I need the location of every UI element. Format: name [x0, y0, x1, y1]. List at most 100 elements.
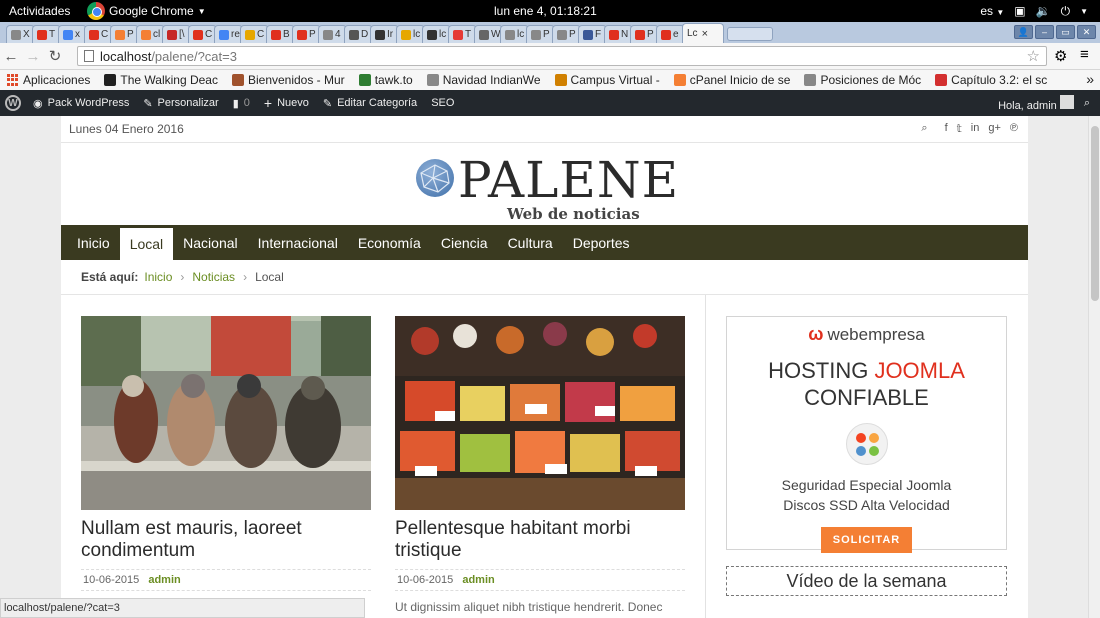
post-image[interactable]	[81, 316, 371, 510]
wp-site-link[interactable]: ◉ Pack WordPress	[33, 97, 129, 110]
browser-tab[interactable]: C	[84, 25, 113, 43]
bookmark-item[interactable]: Bienvenidos - Mur	[231, 73, 345, 87]
post-title[interactable]: Nullam est mauris, laoreet condimentum	[81, 518, 371, 562]
breadcrumb-item[interactable]: Inicio	[144, 270, 172, 284]
new-tab-button[interactable]	[727, 27, 773, 41]
nav-item[interactable]: Internacional	[248, 225, 348, 260]
browser-tab[interactable]: C	[188, 25, 217, 43]
language-indicator[interactable]: es ▼	[980, 4, 1004, 18]
googleplus-icon[interactable]: g+	[988, 122, 1001, 135]
search-icon[interactable]: ⌕	[1084, 97, 1090, 110]
browser-tab[interactable]: lc	[500, 25, 529, 43]
close-icon[interactable]: ×	[702, 28, 708, 40]
bookmark-item[interactable]: Campus Virtual -	[554, 73, 660, 87]
browser-tab[interactable]: P	[526, 25, 555, 43]
browser-tab[interactable]: C	[240, 25, 269, 43]
browser-tab[interactable]: x	[58, 25, 87, 43]
bookmark-item[interactable]: The Walking Deac	[104, 73, 218, 87]
browser-tab[interactable]: P	[552, 25, 581, 43]
browser-tab[interactable]: B	[266, 25, 295, 43]
browser-tab[interactable]: [\	[162, 25, 191, 43]
chevron-down-icon[interactable]: ▼	[1080, 7, 1088, 16]
app-menu[interactable]: Google Chrome ▼	[87, 0, 206, 22]
hosting-ad-banner[interactable]: ω webempresa HOSTING JOOMLA CONFIABLE Se…	[726, 316, 1007, 553]
wp-admin-bar: W ◉ Pack WordPress ✎ Personalizar ▮ 0 + Nuev…	[0, 90, 1100, 116]
nav-item[interactable]: Cultura	[498, 225, 563, 260]
forward-icon[interactable]: →	[22, 45, 44, 67]
browser-tab[interactable]: F	[578, 25, 607, 43]
browser-tab[interactable]: N	[604, 25, 633, 43]
more-bookmarks-icon[interactable]: »	[1086, 71, 1094, 87]
wp-edit-category-link[interactable]: ✎ Editar Categoría	[323, 97, 417, 110]
breadcrumb-label: Está aquí:	[81, 270, 139, 284]
page-scrollbar[interactable]	[1088, 116, 1100, 618]
back-icon[interactable]: ←	[0, 45, 22, 67]
nav-item[interactable]: Economía	[348, 225, 431, 260]
breadcrumb-item[interactable]: Noticias	[192, 270, 235, 284]
menu-icon[interactable]: ≡	[1080, 46, 1089, 63]
browser-tab[interactable]: D	[344, 25, 373, 43]
chevron-right-icon: ›	[180, 270, 185, 284]
favicon-icon	[89, 29, 99, 40]
extension-gear-icon[interactable]: ⚙	[1054, 47, 1067, 65]
browser-tab[interactable]: P	[292, 25, 321, 43]
close-window-icon[interactable]: ✕	[1077, 25, 1096, 39]
nav-item[interactable]: Nacional	[173, 225, 247, 260]
browser-tab[interactable]: Ir	[370, 25, 399, 43]
post-author[interactable]: admin	[148, 574, 180, 586]
bookmark-apps[interactable]: Aplicaciones	[7, 73, 90, 87]
logo-title: PALENE	[458, 151, 680, 209]
browser-tab[interactable]: lc	[422, 25, 451, 43]
browser-tab[interactable]: cl	[136, 25, 165, 43]
clock[interactable]: lun ene 4, 01:18:21	[494, 4, 597, 18]
nav-item[interactable]: Local	[119, 225, 174, 260]
minimize-icon[interactable]: –	[1035, 25, 1054, 39]
nav-item[interactable]: Inicio	[61, 225, 120, 260]
post-author[interactable]: admin	[462, 574, 494, 586]
tab-active[interactable]: Lc ×	[682, 23, 724, 43]
scrollbar-thumb[interactable]	[1091, 126, 1099, 301]
volume-icon[interactable]: 🔉	[1036, 4, 1051, 18]
post-image[interactable]	[395, 316, 685, 510]
wordpress-icon[interactable]: W	[5, 95, 21, 111]
address-bar[interactable]: localhost/palene/?cat=3 ☆	[77, 46, 1047, 66]
post-title[interactable]: Pellentesque habitant morbi tristique	[395, 518, 685, 562]
wp-account-link[interactable]: Hola, admin	[998, 94, 1074, 112]
bookmark-item[interactable]: Navidad IndianWe	[426, 73, 541, 87]
reload-icon[interactable]: ↻	[44, 45, 66, 67]
browser-tab[interactable]: P	[110, 25, 139, 43]
browser-tab[interactable]: P	[630, 25, 659, 43]
wp-seo-link[interactable]: SEO	[431, 97, 454, 109]
breadcrumb-item: Local	[255, 270, 284, 284]
twitter-icon[interactable]: 𝕥	[957, 122, 962, 135]
bookmark-star-icon[interactable]: ☆	[1027, 47, 1040, 65]
browser-tab[interactable]: T	[448, 25, 477, 43]
request-button[interactable]: SOLICITAR	[820, 527, 913, 553]
search-icon[interactable]: ⌕	[921, 122, 927, 135]
bookmark-item[interactable]: cPanel Inicio de se	[673, 73, 790, 87]
maximize-icon[interactable]: ▭	[1056, 25, 1075, 39]
wp-comments-link[interactable]: ▮ 0	[233, 97, 250, 110]
wp-customize-link[interactable]: ✎ Personalizar	[143, 97, 218, 110]
wp-new-link[interactable]: + Nuevo	[264, 95, 309, 111]
facebook-icon[interactable]: f	[945, 122, 948, 135]
nav-item[interactable]: Ciencia	[431, 225, 498, 260]
pinterest-icon[interactable]: ℗	[1010, 122, 1018, 135]
bookmark-item[interactable]: Capítulo 3.2: el sc	[935, 73, 1047, 87]
browser-tab[interactable]: X	[6, 25, 35, 43]
browser-tab[interactable]: T	[32, 25, 61, 43]
power-icon[interactable]: ⏻	[1061, 4, 1071, 19]
browser-tab[interactable]: re	[214, 25, 243, 43]
bookmark-item[interactable]: Posiciones de Móc	[804, 73, 921, 87]
nav-item[interactable]: Deportes	[563, 225, 640, 260]
browser-tab[interactable]: W	[474, 25, 503, 43]
bookmark-item[interactable]: tawk.to	[358, 73, 413, 87]
profile-icon[interactable]: 👤	[1014, 25, 1033, 39]
browser-tab[interactable]: e	[656, 25, 685, 43]
site-logo[interactable]: PALENE Web de noticias	[61, 143, 1028, 225]
browser-tab[interactable]: 4	[318, 25, 347, 43]
screen-icon[interactable]: ▣	[1014, 4, 1025, 18]
browser-tab[interactable]: lc	[396, 25, 425, 43]
activities-button[interactable]: Actividades	[9, 4, 87, 18]
linkedin-icon[interactable]: in	[971, 122, 980, 135]
